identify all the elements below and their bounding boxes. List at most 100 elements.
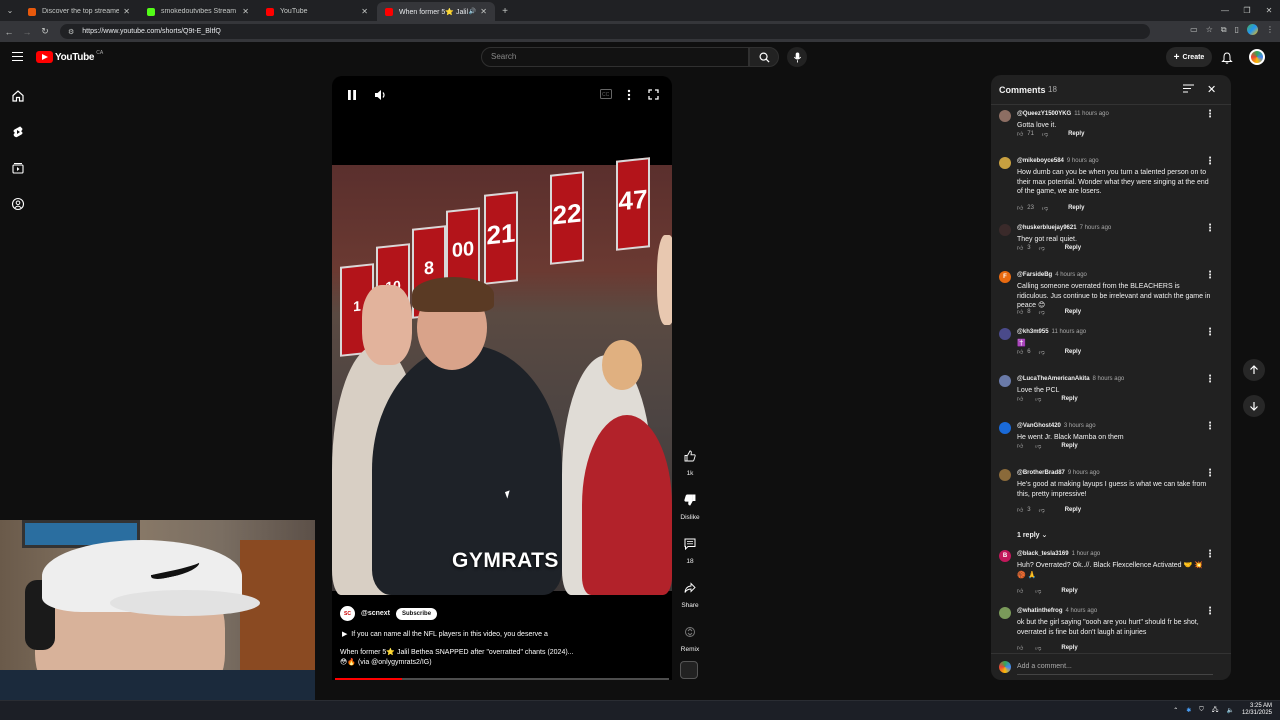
reply-button[interactable]: Reply xyxy=(1068,205,1084,211)
channel-avatar[interactable]: SC xyxy=(340,606,355,621)
dislike-comment-icon[interactable]: 👎︎ xyxy=(1039,348,1045,356)
share-button[interactable]: Share xyxy=(676,576,704,609)
like-comment-icon[interactable]: 👍︎ xyxy=(1017,587,1023,595)
tray-overflow-icon[interactable]: ⌃ xyxy=(1173,707,1178,714)
shield-icon[interactable]: ⛉ xyxy=(1199,707,1204,714)
home-icon[interactable] xyxy=(11,89,25,103)
subscribe-button[interactable]: Subscribe xyxy=(396,607,438,620)
menu-icon[interactable] xyxy=(12,52,23,61)
subscriptions-icon[interactable] xyxy=(11,161,25,175)
tab-close-icon[interactable]: ✕ xyxy=(480,7,487,16)
like-comment-icon[interactable]: 👍︎ xyxy=(1017,244,1023,252)
commenter-avatar[interactable] xyxy=(999,157,1011,169)
like-comment-icon[interactable]: 👍︎ xyxy=(1017,308,1023,316)
add-comment-input[interactable]: Add a comment... xyxy=(1017,663,1072,670)
notifications-button[interactable] xyxy=(1221,51,1233,69)
comment-menu-icon[interactable]: ⋮ xyxy=(1205,156,1215,167)
next-short-button[interactable] xyxy=(1243,395,1265,417)
restore-icon[interactable]: ❐ xyxy=(1236,0,1258,21)
sound-thumbnail[interactable] xyxy=(680,661,698,679)
dislike-comment-icon[interactable]: 👎︎ xyxy=(1042,130,1048,138)
close-window-icon[interactable]: ✕ xyxy=(1258,0,1280,21)
remix-button[interactable]: Remix xyxy=(676,620,704,653)
sidebar-icon[interactable]: ▯ xyxy=(1235,25,1239,34)
create-button[interactable]: + Create xyxy=(1166,47,1212,67)
video-description[interactable]: When former 5⭐ Jalil Bethea SNAPPED afte… xyxy=(340,648,640,668)
shorts-video-player[interactable]: 1 10 8 00 21 22 47 GYMRATS CC SC @scnext… xyxy=(332,76,672,680)
comment-author[interactable]: @huskerbluejay9621 xyxy=(1017,225,1077,231)
related-video-link[interactable]: ▶ If you can name all the NFL players in… xyxy=(342,630,548,638)
like-comment-icon[interactable]: 👍︎ xyxy=(1017,130,1023,138)
commenter-avatar[interactable] xyxy=(999,469,1011,481)
extensions-icon[interactable]: ⧉ xyxy=(1221,25,1227,35)
reply-button[interactable]: Reply xyxy=(1061,396,1077,402)
close-icon[interactable]: ✕ xyxy=(1207,83,1216,96)
bookmark-star-icon[interactable]: ☆ xyxy=(1206,25,1213,34)
reply-button[interactable]: Reply xyxy=(1065,309,1081,315)
reply-button[interactable]: Reply xyxy=(1065,507,1081,513)
comment-menu-icon[interactable]: ⋮ xyxy=(1205,606,1215,617)
comment-menu-icon[interactable]: ⋮ xyxy=(1205,468,1215,479)
comment-author[interactable]: @LucaTheAmericanAkita xyxy=(1017,376,1090,382)
browser-menu-icon[interactable]: ⋮ xyxy=(1266,25,1274,34)
bluetooth-icon[interactable]: ✱ xyxy=(1186,707,1191,714)
shorts-icon[interactable] xyxy=(11,125,25,139)
reply-button[interactable]: Reply xyxy=(1068,131,1084,137)
captions-icon[interactable]: CC xyxy=(600,89,612,99)
volume-icon[interactable] xyxy=(374,89,387,101)
clock[interactable]: 3:25 AM 12/31/2025 xyxy=(1242,703,1272,717)
comment-author[interactable]: @FarsideBg xyxy=(1017,272,1052,278)
commenter-avatar[interactable] xyxy=(999,224,1011,236)
progress-bar[interactable] xyxy=(335,678,669,680)
reply-button[interactable]: Reply xyxy=(1065,349,1081,355)
comment-menu-icon[interactable]: ⋮ xyxy=(1205,549,1215,560)
profile-avatar[interactable] xyxy=(1247,24,1258,35)
reply-button[interactable]: Reply xyxy=(1061,645,1077,651)
more-options-icon[interactable] xyxy=(627,89,631,101)
dislike-comment-icon[interactable]: 👎︎ xyxy=(1039,308,1045,316)
comment-menu-icon[interactable]: ⋮ xyxy=(1205,374,1215,385)
dislike-comment-icon[interactable]: 👎︎ xyxy=(1035,587,1041,595)
like-comment-icon[interactable]: 👍︎ xyxy=(1017,348,1023,356)
view-replies-button[interactable]: 1 reply ⌄ xyxy=(1017,531,1047,539)
site-info-icon[interactable]: ⚙ xyxy=(68,28,74,36)
like-comment-icon[interactable]: 👍︎ xyxy=(1017,395,1023,403)
dislike-comment-icon[interactable]: 👎︎ xyxy=(1035,442,1041,450)
comment-menu-icon[interactable]: ⋮ xyxy=(1205,421,1215,432)
comment-author[interactable]: @mikeboyce584 xyxy=(1017,158,1064,164)
new-tab-button[interactable]: + xyxy=(496,2,514,21)
browser-tab[interactable]: smokedoutvibes Stream - Watc ✕ xyxy=(139,2,257,21)
url-field[interactable]: ⚙ https://www.youtube.com/shorts/Q9t-E_B… xyxy=(60,24,1150,39)
channel-name[interactable]: @scnext xyxy=(361,610,390,617)
browser-tab[interactable]: When former 5⭐ Jalil Beth🔊 ✕ xyxy=(377,2,495,21)
reply-button[interactable]: Reply xyxy=(1065,245,1081,251)
speaker-icon[interactable]: 🔈 xyxy=(1226,707,1233,714)
like-comment-icon[interactable]: 👍︎ xyxy=(1017,644,1023,651)
dislike-comment-icon[interactable]: 👎︎ xyxy=(1039,506,1045,514)
commenter-avatar[interactable] xyxy=(999,110,1011,122)
user-avatar[interactable] xyxy=(1249,49,1265,65)
sort-icon[interactable] xyxy=(1183,84,1194,93)
commenter-avatar[interactable] xyxy=(999,375,1011,387)
dislike-button[interactable]: Dislike xyxy=(676,488,704,521)
network-icon[interactable]: 🖧 xyxy=(1212,705,1219,715)
browser-tab[interactable]: Discover the top streamed mu✕ xyxy=(20,2,138,21)
comment-menu-icon[interactable]: ⋮ xyxy=(1205,270,1215,281)
fullscreen-icon[interactable] xyxy=(648,89,659,100)
comment-menu-icon[interactable]: ⋮ xyxy=(1205,223,1215,234)
tab-search-icon[interactable]: ⌄ xyxy=(0,0,20,21)
comments-list[interactable]: @QueezY1500YKG 11 hours ago Gotta love it.… xyxy=(991,106,1231,651)
search-input[interactable]: Search xyxy=(481,47,749,67)
cast-icon[interactable]: ▭ xyxy=(1190,25,1198,34)
voice-search-button[interactable] xyxy=(787,47,807,67)
like-comment-icon[interactable]: 👍︎ xyxy=(1017,204,1023,212)
search-button[interactable] xyxy=(749,47,779,67)
commenter-avatar[interactable]: F xyxy=(999,271,1011,283)
commenter-avatar[interactable]: B xyxy=(999,550,1011,562)
back-icon[interactable]: ← xyxy=(0,27,18,37)
dislike-comment-icon[interactable]: 👎︎ xyxy=(1042,204,1048,212)
previous-short-button[interactable] xyxy=(1243,359,1265,381)
commenter-avatar[interactable] xyxy=(999,328,1011,340)
comment-author[interactable]: @kh3m955 xyxy=(1017,329,1049,335)
dislike-comment-icon[interactable]: 👎︎ xyxy=(1035,644,1041,651)
